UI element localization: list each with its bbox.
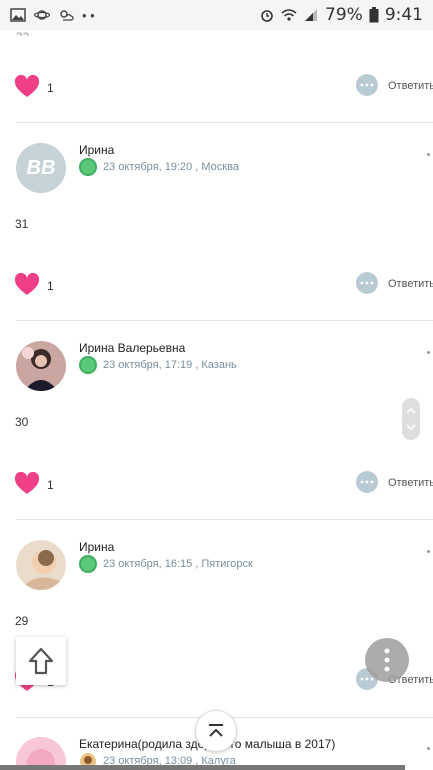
status-right: 79% 9:41 (259, 5, 423, 25)
arrow-up-icon (28, 647, 54, 675)
battery-percent: 79% (325, 5, 363, 25)
status-left: • • (10, 8, 95, 23)
more-options-icon[interactable] (427, 351, 430, 354)
chevron-up-icon[interactable] (402, 400, 420, 420)
divider (16, 122, 433, 123)
heart-icon[interactable] (14, 75, 40, 99)
comment-actions: 1 Ответить (0, 470, 433, 500)
comment-meta: 23 октября, 19:20 , Москва (79, 158, 239, 176)
comment-number: 30 (15, 415, 29, 429)
like-count: 1 (47, 81, 54, 95)
clock: 9:41 (384, 5, 423, 25)
more-options-icon[interactable] (427, 153, 430, 156)
user-level-badge (79, 158, 97, 176)
comment-number: 31 (15, 217, 29, 231)
comment-actions: 1 Ответить (0, 271, 433, 301)
more-options-icon[interactable] (427, 747, 430, 750)
avatar-photo (16, 540, 66, 590)
wifi-icon (281, 9, 297, 21)
comment-actions: 1 Ответить (0, 73, 433, 103)
author-name[interactable]: Ирина (79, 540, 114, 554)
user-level-badge (79, 356, 97, 374)
weather-icon (60, 10, 74, 21)
user-level-badge (79, 555, 97, 573)
author-name[interactable]: Ирина (79, 143, 114, 157)
comment-number: 32 (16, 30, 29, 36)
like-count: 1 (47, 478, 54, 492)
comment-header: Ирина Валерьевна 23 октября, 17:19 , Каз… (0, 341, 433, 401)
more-actions-button[interactable] (365, 638, 409, 682)
avatar-photo (16, 341, 66, 391)
reply-button[interactable]: Ответить (388, 80, 433, 92)
comment-header: Ирина 23 октября, 16:15 , Пятигорск (0, 540, 433, 600)
comment-date-location: 23 октября, 19:20 , Москва (103, 161, 239, 173)
double-chevron-up-icon (209, 724, 223, 737)
reply-button[interactable]: Ответить (388, 477, 433, 489)
heart-icon[interactable] (14, 273, 40, 297)
reply-button[interactable]: Ответить (388, 278, 433, 290)
status-bar: • • 79% 9:41 (0, 0, 433, 30)
heart-icon[interactable] (14, 472, 40, 496)
reply-bubble-icon[interactable] (355, 471, 379, 493)
divider (16, 519, 433, 520)
comment-date-location: 23 октября, 16:15 , Пятигорск (103, 558, 253, 570)
comment-header: BB Ирина 23 октября, 19:20 , Москва (0, 143, 433, 203)
comment-number: 29 (15, 614, 29, 628)
reply-bubble-icon[interactable] (355, 272, 379, 294)
avatar-initials: BB (26, 156, 56, 179)
comment-meta: 23 октября, 17:19 , Казань (79, 356, 237, 374)
avatar[interactable] (16, 341, 66, 391)
divider (16, 320, 433, 321)
scroll-indicator-bar (0, 765, 405, 770)
notification-dots: • • (82, 7, 95, 23)
comment-meta: 23 октября, 16:15 , Пятигорск (79, 555, 253, 573)
alarm-icon (261, 10, 273, 22)
planet-icon (34, 10, 50, 20)
chevron-down-icon[interactable] (402, 418, 420, 438)
comment-date-location: 23 октября, 17:19 , Казань (103, 359, 237, 371)
scroll-control[interactable] (402, 398, 420, 440)
like-count: 1 (47, 279, 54, 293)
reply-bubble-icon[interactable] (355, 74, 379, 96)
gallery-icon (10, 8, 26, 22)
scroll-to-top-button[interactable] (195, 710, 237, 752)
avatar[interactable] (16, 540, 66, 590)
share-up-button[interactable] (16, 637, 66, 685)
battery-icon (369, 7, 379, 23)
vertical-dots-icon (384, 648, 390, 672)
author-name[interactable]: Ирина Валерьевна (79, 341, 185, 355)
avatar[interactable]: BB (16, 143, 66, 193)
signal-icon (305, 9, 318, 21)
more-options-icon[interactable] (427, 550, 430, 553)
